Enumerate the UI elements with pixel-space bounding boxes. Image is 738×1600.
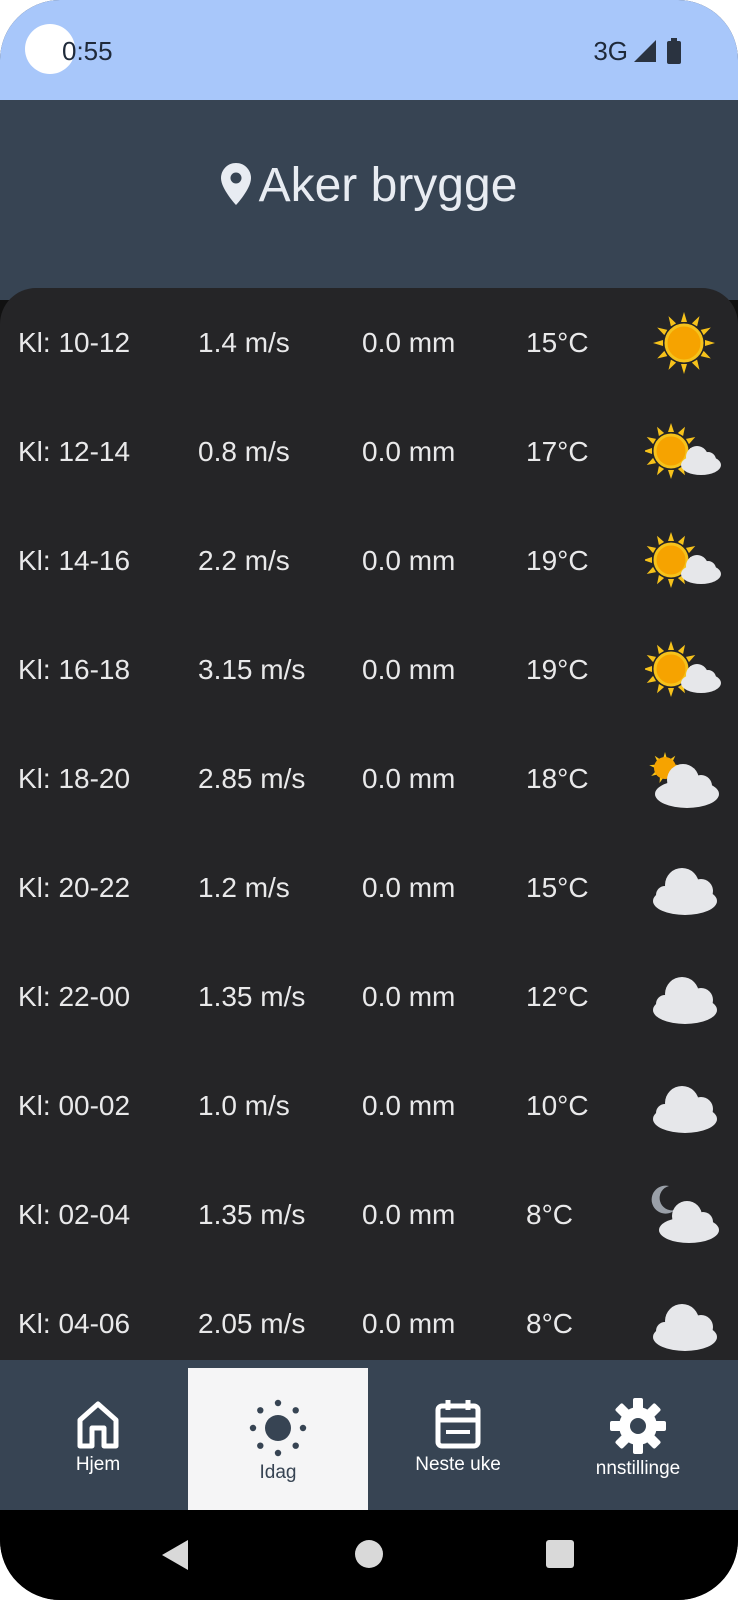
forecast-temp: 15°C: [526, 872, 589, 903]
forecast-row: Kl: 16-18 3.15 m/s 0.0 mm 19°C: [0, 615, 738, 724]
forecast-period: Kl: 20-22: [18, 872, 131, 903]
forecast-row: Kl: 22-00 1.35 m/s 0.0 mm 12°C: [0, 942, 738, 1051]
network-type: 3G: [593, 36, 628, 66]
status-time: 0:55: [62, 36, 113, 66]
nav-next-week[interactable]: Neste uke: [368, 1368, 548, 1510]
back-icon[interactable]: [162, 1540, 190, 1570]
forecast-rain: 0.0 mm: [362, 654, 456, 685]
home-icon: [77, 1401, 119, 1449]
forecast-temp: 19°C: [526, 654, 589, 685]
forecast-row: Kl: 12-14 0.8 m/s 0.0 mm 17°C: [0, 397, 738, 506]
gear-icon: [610, 1398, 666, 1454]
sun-cloud-icon: [645, 641, 721, 697]
sun-icon: [653, 312, 715, 374]
forecast-period: Kl: 10-12: [18, 327, 131, 358]
forecast-period: Kl: 22-00: [18, 981, 131, 1012]
forecast-wind: 1.0 m/s: [198, 1090, 290, 1121]
nav-settings-label: nnstillinge: [595, 1458, 681, 1479]
sun-icon: [249, 1399, 307, 1457]
forecast-wind: 3.15 m/s: [198, 654, 306, 685]
forecast-rain: 0.0 mm: [362, 545, 456, 576]
forecast-rain: 0.0 mm: [362, 1090, 456, 1121]
forecast-row: Kl: 18-20 2.85 m/s 0.0 mm 18°C: [0, 724, 738, 833]
forecast-period: Kl: 16-18: [18, 654, 131, 685]
forecast-rain: 0.0 mm: [362, 981, 456, 1012]
forecast-temp: 8°C: [526, 1199, 573, 1230]
forecast-temp: 8°C: [526, 1308, 573, 1339]
forecast-row: Kl: 00-02 1.0 m/s 0.0 mm 10°C: [0, 1051, 738, 1160]
forecast-rain: 0.0 mm: [362, 1199, 456, 1230]
location-name: Aker brygge: [258, 159, 518, 212]
sun-cloud-icon: [645, 532, 721, 588]
sun-cloud-icon: [645, 423, 721, 479]
phone-screen: 0:55 3G Aker brygge Kl: 10-12 1.4 m/s 0.0 …: [0, 0, 738, 1600]
bottom-navigation: Hjem Idag Neste uke nnstillinge: [0, 1360, 738, 1510]
status-bar: 0:55 3G: [0, 0, 738, 100]
nav-today[interactable]: Idag: [188, 1368, 368, 1510]
forecast-rain: 0.0 mm: [362, 327, 456, 358]
location-title: Aker brygge: [0, 158, 738, 213]
signal-icon: [634, 40, 656, 62]
location-header: Aker brygge: [0, 100, 738, 300]
cloud-icon: [653, 1304, 717, 1351]
forecast-rain: 0.0 mm: [362, 872, 456, 903]
forecast-rain: 0.0 mm: [362, 763, 456, 794]
forecast-wind: 2.05 m/s: [198, 1308, 306, 1339]
forecast-rain: 0.0 mm: [362, 1308, 456, 1339]
nav-settings[interactable]: nnstillinge: [548, 1368, 728, 1510]
battery-icon: [667, 38, 681, 64]
nav-home-label: Hjem: [75, 1454, 121, 1475]
forecast-period: Kl: 18-20: [18, 763, 131, 794]
calendar-icon: [435, 1400, 481, 1449]
forecast-temp: 17°C: [526, 436, 589, 467]
forecast-wind: 1.35 m/s: [198, 981, 306, 1012]
home-button-icon[interactable]: [355, 1540, 383, 1568]
cloud-sun-icon: [649, 752, 719, 808]
forecast-temp: 10°C: [526, 1090, 589, 1121]
forecast-row: Kl: 10-12 1.4 m/s 0.0 mm 15°C: [0, 288, 738, 397]
recents-icon[interactable]: [546, 1540, 574, 1568]
forecast-period: Kl: 14-16: [18, 545, 131, 576]
forecast-wind: 2.85 m/s: [198, 763, 306, 794]
forecast-wind: 1.35 m/s: [198, 1199, 306, 1230]
forecast-period: Kl: 12-14: [18, 436, 131, 467]
forecast-temp: 12°C: [526, 981, 589, 1012]
cloud-icon: [653, 868, 717, 915]
forecast-wind: 1.2 m/s: [198, 872, 290, 903]
forecast-wind: 0.8 m/s: [198, 436, 290, 467]
location-pin-icon: [220, 163, 251, 205]
nav-home[interactable]: Hjem: [8, 1368, 188, 1510]
forecast-period: Kl: 00-02: [18, 1090, 131, 1121]
forecast-wind: 2.2 m/s: [198, 545, 290, 576]
forecast-period: Kl: 02-04: [18, 1199, 131, 1230]
forecast-row: Kl: 14-16 2.2 m/s 0.0 mm 19°C: [0, 506, 738, 615]
forecast-list[interactable]: Kl: 10-12 1.4 m/s 0.0 mm 15°C Kl: 12-14 0.8 m…: [0, 288, 738, 1378]
forecast-row: Kl: 02-04 1.35 m/s 0.0 mm 8°C: [0, 1160, 738, 1269]
forecast-rain: 0.0 mm: [362, 436, 456, 467]
forecast-row: Kl: 20-22 1.2 m/s 0.0 mm 15°C: [0, 833, 738, 942]
system-navigation-bar: [0, 1510, 738, 1600]
nav-today-label: Idag: [259, 1462, 297, 1483]
moon-cloud-icon: [651, 1185, 719, 1243]
cloud-icon: [653, 977, 717, 1024]
cloud-icon: [653, 1086, 717, 1133]
forecast-temp: 15°C: [526, 327, 589, 358]
nav-next-week-label: Neste uke: [415, 1454, 501, 1475]
forecast-temp: 19°C: [526, 545, 589, 576]
forecast-wind: 1.4 m/s: [198, 327, 290, 358]
forecast-temp: 18°C: [526, 763, 589, 794]
forecast-period: Kl: 04-06: [18, 1308, 131, 1339]
